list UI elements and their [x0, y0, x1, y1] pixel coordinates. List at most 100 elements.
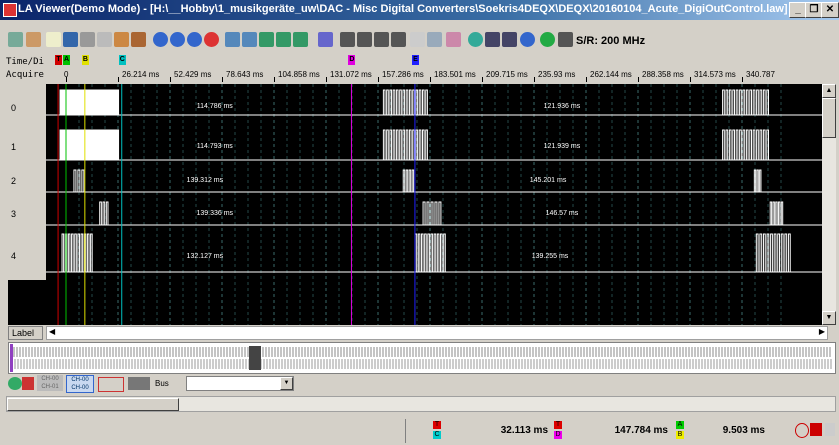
search-icon[interactable]	[340, 32, 355, 47]
b-marker-swatch: B	[676, 431, 684, 439]
ruler-tick-label: 314.573 ms	[694, 70, 736, 79]
time-ruler: Acquire 0 26.214 ms 52.429 ms 78.643 ms 104.…	[0, 69, 839, 82]
waveform-display[interactable]: 114.786 ms121.936 ms105.911 ms114.793 ms…	[46, 84, 822, 325]
bottom-toolbar: CH-00 CH-01 CH-00 CH-00 Bus ▼	[0, 374, 839, 393]
overview-strip[interactable]	[8, 342, 836, 374]
scroll-down-icon[interactable]: ▼	[822, 311, 836, 325]
channel-4-burst	[61, 233, 93, 273]
stop-icon[interactable]	[204, 32, 219, 47]
run-icon[interactable]	[153, 32, 168, 47]
new-file-icon[interactable]	[46, 32, 61, 47]
measurement-label: 132.127 ms	[187, 253, 224, 260]
marker-a-flag[interactable]: A	[63, 55, 70, 65]
measurement-label: 146.57 ms	[546, 210, 579, 217]
label-scrollbar[interactable]: ◀ ▶	[46, 326, 828, 340]
vertical-scrollbar[interactable]: ▲ ▼	[822, 84, 836, 325]
channel-select-disabled[interactable]: CH-00 CH-01	[37, 375, 63, 391]
horizontal-scrollbar[interactable]	[6, 396, 836, 412]
channel-1-burst	[59, 129, 120, 161]
label-scroll-right-icon[interactable]: ▶	[819, 327, 825, 336]
a-marker-swatch: A	[676, 421, 684, 429]
label-scroll-left-icon[interactable]: ◀	[49, 327, 55, 336]
channel-label-2[interactable]: 2	[11, 176, 16, 186]
ruler-tick-label: 26.214 ms	[122, 70, 160, 79]
channel-2-burst	[402, 169, 415, 193]
label-bar: Label ◀ ▶	[8, 326, 836, 340]
channel-power-icon[interactable]	[8, 377, 22, 390]
measurement-label: 139.312 ms	[187, 177, 224, 184]
print-icon[interactable]	[80, 32, 95, 47]
bars-icon[interactable]	[128, 377, 150, 390]
trigger-icon[interactable]	[318, 32, 333, 47]
marker-cursors	[57, 84, 416, 325]
tc-marker-pair-icon: T C	[433, 421, 443, 441]
protocol-icon[interactable]	[446, 32, 461, 47]
measurement-label: 114.786 ms	[197, 103, 234, 110]
run-repeat-icon[interactable]	[170, 32, 185, 47]
app-icon	[3, 3, 17, 17]
zoom-marker-icon[interactable]	[242, 32, 257, 47]
ruler-tick-label: 104.858 ms	[278, 70, 320, 79]
ruler-tick-label: 288.358 ms	[642, 70, 684, 79]
info-icon[interactable]	[540, 32, 555, 47]
folder-icon[interactable]	[131, 32, 146, 47]
channel-bars-icon[interactable]	[22, 377, 34, 390]
list-icon[interactable]	[427, 32, 442, 47]
d-marker-swatch: D	[554, 431, 562, 439]
search-next-icon[interactable]	[357, 32, 372, 47]
horizontal-scroll-thumb[interactable]	[7, 398, 179, 411]
measurement-label: 121.936 ms	[544, 103, 581, 110]
ab-marker-pair-icon: A B	[676, 421, 686, 441]
channel-select[interactable]: CH-00 CH-00	[66, 375, 94, 393]
sample-rate: S/R: 200 MHz	[576, 35, 646, 47]
globe-icon[interactable]	[468, 32, 483, 47]
open-icon[interactable]	[8, 32, 23, 47]
step-icon[interactable]	[187, 32, 202, 47]
status-bar: T C 32.113 ms T D 147.784 ms A B 9.503 m…	[0, 419, 839, 443]
waveform-icon[interactable]	[410, 32, 425, 47]
clock-icon[interactable]	[795, 423, 809, 438]
marker-t-flag[interactable]: T	[55, 55, 63, 65]
zoom-fit-icon[interactable]	[225, 32, 240, 47]
ruler-tick	[222, 77, 223, 82]
expand-icon[interactable]	[825, 423, 835, 436]
save-icon[interactable]	[63, 32, 78, 47]
search-all-icon[interactable]	[391, 32, 406, 47]
channel-4-burst	[755, 233, 791, 273]
zoom-dropdown-icon[interactable]	[293, 32, 308, 47]
channel-label-0[interactable]: 0	[11, 103, 16, 113]
scroll-up-icon[interactable]: ▲	[822, 84, 836, 98]
channel-label-1[interactable]: 1	[11, 142, 16, 152]
marker-d-flag[interactable]: D	[348, 55, 356, 65]
bus-button[interactable]: Bus	[155, 377, 180, 390]
zoom-out-icon[interactable]	[276, 32, 291, 47]
vertical-scroll-thumb[interactable]	[822, 98, 836, 138]
briefcase-icon[interactable]	[114, 32, 129, 47]
settings-icon[interactable]	[97, 32, 112, 47]
channel-label-4[interactable]: 4	[11, 251, 16, 261]
zoom-in-icon[interactable]	[259, 32, 274, 47]
chevron-down-icon[interactable]: ▼	[280, 377, 293, 390]
bus-dropdown[interactable]: ▼	[186, 376, 294, 391]
td-delta-value: 147.784 ms	[614, 425, 668, 436]
measurement-label: 114.793 ms	[197, 143, 234, 150]
close-button[interactable]: ✕	[821, 2, 839, 18]
marker-e-flag[interactable]: E	[411, 55, 419, 65]
help-icon[interactable]	[520, 32, 535, 47]
marker-settings-icon[interactable]	[810, 423, 822, 436]
channel-label-3[interactable]: 3	[11, 209, 16, 219]
chip1-top-label: CH-00	[41, 376, 59, 382]
marker-c-flag[interactable]: C	[118, 55, 126, 65]
pen-icon[interactable]	[558, 32, 573, 47]
pulse-icon[interactable]	[98, 377, 124, 392]
ruler-tick-label: 340.787	[746, 70, 775, 79]
marker-bar: Time/Di TA B C D E	[0, 55, 839, 69]
ab-delta-value: 9.503 ms	[722, 425, 765, 436]
search-prev-icon[interactable]	[374, 32, 389, 47]
measurement-labels: 114.786 ms121.936 ms105.911 ms114.793 ms…	[187, 103, 581, 260]
menu-icon[interactable]	[502, 32, 517, 47]
marker-b-flag[interactable]: B	[81, 55, 89, 65]
label-header: Label	[8, 326, 43, 340]
display-icon[interactable]	[485, 32, 500, 47]
tools-icon[interactable]	[26, 32, 41, 47]
